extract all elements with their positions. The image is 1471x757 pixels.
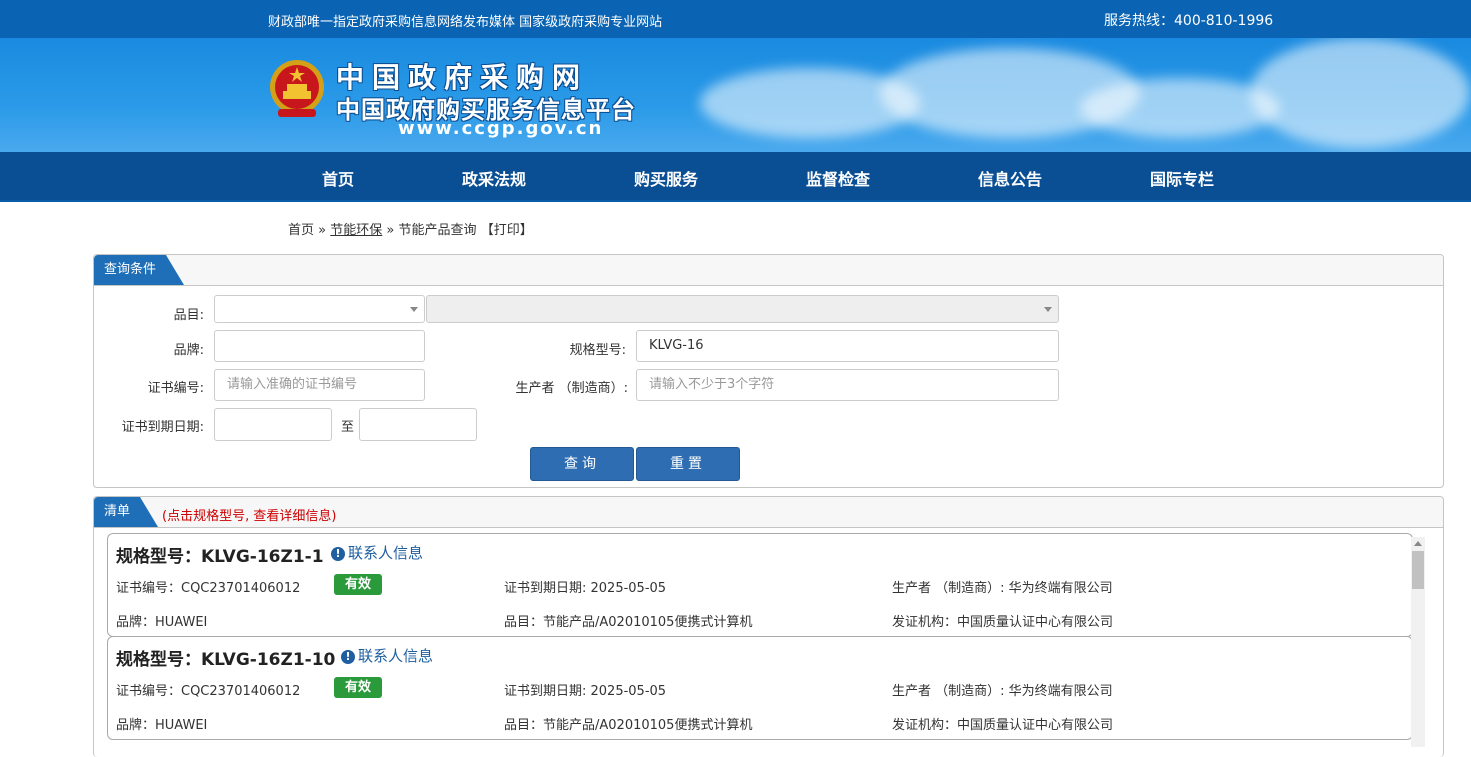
contact-info-link[interactable]: ! 联系人信息	[331, 542, 423, 563]
expiry-label: 证书到期日期:	[121, 420, 204, 435]
issuer: 发证机构：中国质量认证中心有限公司	[892, 718, 1114, 733]
query-panel: 查询条件 品目: 品牌: 规格型号: KLVG-16 证书编号: 请输入准确的证…	[93, 254, 1444, 488]
search-button[interactable]: 查询	[530, 447, 634, 481]
top-bar: 财政部唯一指定政府采购信息网络发布媒体 国家级政府采购专业网站 服务热线：400…	[0, 0, 1471, 38]
contact-info-label: 联系人信息	[348, 544, 424, 562]
model-link[interactable]: 规格型号：KLVG-16Z1-1	[116, 542, 324, 567]
service-hotline: 服务热线：400-810-1996	[1104, 13, 1274, 29]
category-label: 品目:	[173, 308, 204, 323]
result-panel: 清单 (点击规格型号, 查看详细信息) 规格型号：KLVG-16Z1-1 ! 联系…	[93, 496, 1444, 757]
list-scrollbar[interactable]	[1411, 537, 1425, 747]
cert-number-label: 证书编号:	[147, 381, 204, 396]
chevron-down-icon	[410, 307, 418, 312]
breadcrumb: 首页 » 节能环保 » 节能产品查询 【打印】	[288, 219, 533, 238]
expiry-end-input[interactable]	[359, 408, 477, 441]
breadcrumb-current: 节能产品查询	[398, 223, 477, 238]
national-emblem-icon	[270, 60, 324, 117]
query-panel-header: 查询条件	[94, 255, 1443, 286]
status-badge: 有效	[334, 574, 382, 595]
issuer: 发证机构：中国质量认证中心有限公司	[892, 615, 1114, 630]
cert-number: 证书编号：CQC23701406012	[116, 684, 301, 699]
subcategory-select[interactable]	[426, 295, 1059, 323]
breadcrumb-separator: »	[386, 223, 395, 238]
model-input[interactable]: KLVG-16	[636, 330, 1059, 362]
info-icon: !	[331, 547, 345, 561]
date-to-label: 至	[340, 420, 354, 435]
cert-number-input[interactable]: 请输入准确的证书编号	[214, 369, 425, 401]
cloud-decoration	[1250, 38, 1470, 148]
contact-info-label: 联系人信息	[358, 647, 434, 665]
manufacturer: 生产者 （制造商）: 华为终端有限公司	[892, 581, 1113, 596]
nav-international[interactable]: 国际专栏	[1150, 166, 1214, 190]
nav-supervision[interactable]: 监督检查	[806, 166, 870, 190]
scroll-up-icon[interactable]	[1414, 541, 1422, 546]
reset-button[interactable]: 重置	[636, 447, 740, 481]
expiry-date: 证书到期日期: 2025-05-05	[504, 581, 667, 596]
brand-input[interactable]	[214, 330, 425, 362]
site-banner: 中国政府采购网 中国政府购买服务信息平台 www.ccgp.gov.cn	[0, 38, 1471, 152]
nav-announcements[interactable]: 信息公告	[978, 166, 1042, 190]
list-hint: (点击规格型号, 查看详细信息)	[162, 509, 337, 524]
query-tab: 查询条件	[94, 255, 185, 285]
breadcrumb-home[interactable]: 首页	[288, 223, 314, 238]
list-item: 规格型号：KLVG-16Z1-1 ! 联系人信息 证书编号：CQC23701406…	[107, 533, 1413, 637]
breadcrumb-energy-saving[interactable]: 节能环保	[330, 223, 382, 238]
chevron-down-icon	[1044, 307, 1052, 312]
category-select[interactable]	[214, 295, 425, 323]
contact-info-link[interactable]: ! 联系人信息	[341, 645, 433, 666]
maker-label: 生产者 （制造商）:	[515, 381, 628, 396]
brand-label: 品牌:	[173, 343, 204, 358]
maker-input[interactable]: 请输入不少于3个字符	[636, 369, 1059, 401]
category: 品目：节能产品/A02010105便携式计算机	[504, 615, 753, 630]
result-panel-header: 清单 (点击规格型号, 查看详细信息)	[94, 497, 1443, 528]
expiry-start-input[interactable]	[214, 408, 332, 441]
print-link[interactable]: 【打印】	[481, 223, 533, 238]
brand: 品牌：HUAWEI	[116, 718, 208, 733]
status-badge: 有效	[334, 677, 382, 698]
scrollbar-thumb[interactable]	[1412, 551, 1424, 589]
list-tab: 清单	[94, 497, 159, 527]
site-slogan: 财政部唯一指定政府采购信息网络发布媒体 国家级政府采购专业网站	[268, 15, 663, 30]
model-label: 规格型号:	[569, 343, 626, 358]
manufacturer: 生产者 （制造商）: 华为终端有限公司	[892, 684, 1113, 699]
breadcrumb-separator: »	[318, 223, 327, 238]
model-link[interactable]: 规格型号：KLVG-16Z1-10	[116, 645, 335, 670]
logo-url: www.ccgp.gov.cn	[398, 118, 604, 139]
list-item: 规格型号：KLVG-16Z1-10 ! 联系人信息 证书编号：CQC2370140…	[107, 636, 1413, 740]
category: 品目：节能产品/A02010105便携式计算机	[504, 718, 753, 733]
main-nav: 首页 政采法规 购买服务 监督检查 信息公告 国际专栏	[0, 152, 1471, 202]
expiry-date: 证书到期日期: 2025-05-05	[504, 684, 667, 699]
brand: 品牌：HUAWEI	[116, 615, 208, 630]
cert-number: 证书编号：CQC23701406012	[116, 581, 301, 596]
info-icon: !	[341, 650, 355, 664]
nav-home[interactable]: 首页	[322, 166, 354, 190]
nav-policy[interactable]: 政采法规	[462, 166, 526, 190]
nav-purchase-service[interactable]: 购买服务	[634, 166, 698, 190]
